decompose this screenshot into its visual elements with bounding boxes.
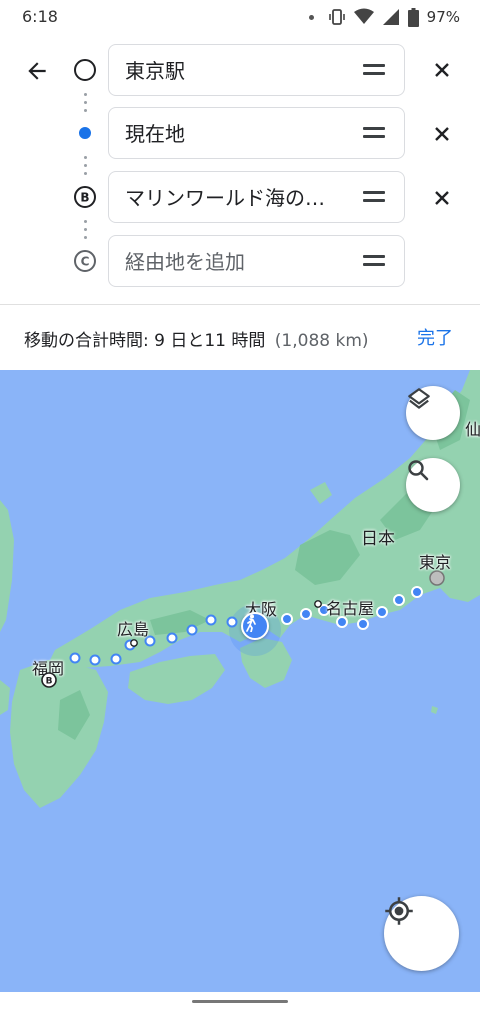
land-island	[310, 482, 332, 504]
origin-circle-icon	[74, 59, 96, 81]
land-island	[0, 500, 14, 632]
drag-handle-icon[interactable]	[363, 191, 385, 205]
stop-b-marker: B	[73, 185, 97, 209]
origin-marker	[73, 58, 97, 82]
remove-stop-button[interactable]	[428, 120, 456, 148]
drag-handle-icon[interactable]	[363, 64, 385, 78]
stop-field-current[interactable]: 現在地	[108, 107, 405, 159]
map-label-nagoya: 名古屋	[326, 599, 375, 618]
svg-text:C: C	[81, 255, 90, 269]
vibrate-icon	[328, 9, 345, 25]
total-duration: 移動の合計時間: 9 日と11 時間	[24, 331, 266, 351]
map-view[interactable]: 東京 大阪 名古屋 広島 福岡 日本 仙 B	[0, 370, 480, 992]
land-island	[0, 680, 10, 715]
battery-percent: 97%	[426, 8, 460, 26]
add-stop-field[interactable]: 経由地を追加	[108, 235, 405, 287]
signal-icon	[382, 9, 399, 25]
layers-icon	[408, 388, 430, 409]
wifi-icon	[353, 8, 374, 24]
my-location-button[interactable]	[384, 896, 459, 971]
destination-b-marker[interactable]: B	[41, 672, 57, 688]
svg-text:B: B	[46, 677, 53, 687]
close-icon	[435, 63, 449, 77]
stop-label: マリンワールド海の…	[125, 186, 325, 210]
current-location-marker	[73, 121, 97, 145]
search-along-route-button[interactable]	[406, 458, 460, 512]
svg-text:B: B	[80, 191, 89, 205]
my-location-icon	[385, 897, 413, 925]
status-time: 6:18	[22, 7, 58, 26]
add-stop-placeholder: 経由地を追加	[125, 250, 245, 274]
map-label-hiroshima: 広島	[117, 620, 150, 639]
route-editor-panel: 東京駅 現在地 B マリンワールド海の… C 経由地を追加 移動の合計時間: 9…	[0, 34, 480, 370]
status-icons: 97%	[308, 5, 460, 29]
city-dot-nagoya	[314, 600, 322, 608]
system-nav-bar	[0, 992, 480, 1013]
stop-connector	[83, 220, 87, 239]
search-icon	[408, 460, 429, 481]
land-kyushu	[10, 660, 108, 808]
letter-b-icon: B	[74, 186, 96, 208]
battery-icon	[407, 7, 419, 27]
notification-dot-icon	[308, 14, 314, 20]
back-button[interactable]	[20, 54, 54, 88]
total-distance: (1,088 km)	[274, 331, 369, 351]
city-dot-tokyo	[429, 570, 445, 586]
divider	[0, 304, 480, 305]
stop-field-destination[interactable]: マリンワールド海の…	[108, 171, 405, 223]
stop-connector	[83, 93, 87, 112]
city-dot-hiroshima	[130, 639, 138, 647]
remove-stop-button[interactable]	[428, 56, 456, 84]
done-button[interactable]: 完了	[417, 324, 453, 350]
close-icon	[435, 127, 449, 141]
map-label-tokyo: 東京	[419, 553, 452, 572]
trip-summary: 移動の合計時間: 9 日と11 時間 (1,088 km)	[24, 326, 369, 351]
stop-field-origin[interactable]: 東京駅	[108, 44, 405, 96]
layers-button[interactable]	[406, 386, 460, 440]
land-shikoku	[128, 654, 225, 704]
letter-c-icon: C	[74, 250, 96, 272]
stop-connector	[83, 156, 87, 175]
map-label-sendai: 仙	[465, 420, 480, 439]
map-label-japan: 日本	[361, 529, 395, 549]
drag-handle-icon[interactable]	[363, 255, 385, 269]
stop-label: 東京駅	[125, 59, 185, 83]
status-bar: 6:18 97%	[0, 0, 480, 34]
walking-position-marker[interactable]	[241, 612, 269, 640]
stop-c-marker: C	[73, 249, 97, 273]
home-gesture-handle[interactable]	[192, 1000, 288, 1003]
drag-handle-icon[interactable]	[363, 127, 385, 141]
remove-stop-button[interactable]	[428, 184, 456, 212]
walking-icon	[246, 614, 256, 632]
land-island	[431, 706, 438, 714]
close-icon	[435, 191, 449, 205]
stop-label: 現在地	[125, 122, 185, 146]
blue-dot-icon	[77, 125, 93, 141]
arrow-back-icon	[28, 62, 46, 80]
